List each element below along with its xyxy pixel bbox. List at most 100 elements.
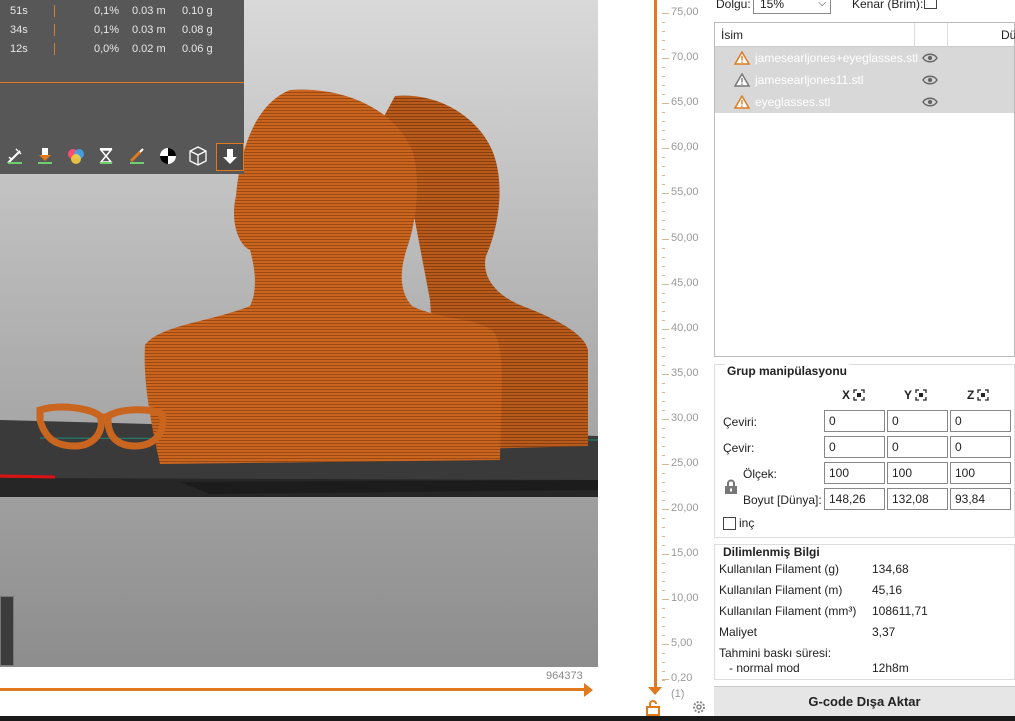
lock-icon[interactable] xyxy=(724,479,738,495)
layer-minor-tick xyxy=(662,211,665,213)
layer-tick-label: 45,00 xyxy=(671,276,699,289)
layer-minor-tick xyxy=(662,184,665,186)
layer-minor-tick xyxy=(662,445,665,447)
translate-z-field[interactable]: 0 xyxy=(950,410,1011,432)
side-tool-button[interactable] xyxy=(0,596,14,666)
scale-x-field[interactable]: 100 xyxy=(824,462,885,484)
layer-tick-label: 5,00 xyxy=(671,637,693,650)
scale-label: Ölçek: xyxy=(743,467,778,481)
layer-minor-tick xyxy=(662,229,665,231)
filament-m-label: Kullanılan Filament (m) xyxy=(719,583,843,597)
layer-minor-tick xyxy=(662,635,665,637)
rotate-x-field[interactable]: 0 xyxy=(824,436,885,458)
layer-tick-label: 60,00 xyxy=(671,141,699,154)
layer-minor-tick xyxy=(662,247,665,249)
layer-minor-tick xyxy=(662,671,665,673)
horizontal-move-slider[interactable] xyxy=(0,688,586,691)
layer-minor-tick xyxy=(662,482,665,484)
column-header-name[interactable]: İsim xyxy=(721,28,743,42)
infill-select[interactable]: 15% ⌵ xyxy=(753,0,831,14)
layer-tick-label: 40,00 xyxy=(671,321,699,334)
list-item[interactable]: jamesearljones11.stl xyxy=(715,69,1014,91)
layer-tick xyxy=(662,148,669,150)
layer-minor-tick xyxy=(662,436,665,438)
translate-x-field[interactable]: 0 xyxy=(824,410,885,432)
inch-checkbox[interactable] xyxy=(723,517,736,530)
infill-label: Dolgu: xyxy=(716,0,751,11)
cost-value: 3,37 xyxy=(872,625,896,639)
layer-minor-tick xyxy=(662,680,665,682)
layer-minor-tick xyxy=(662,337,665,339)
wireframe-cube-icon[interactable] xyxy=(185,143,211,169)
3d-viewport[interactable]: 51s 0,1% 0.03 m 0.10 g 34s 0,1% 0.03 m 0… xyxy=(0,0,598,667)
fuzzy-skin-icon[interactable] xyxy=(2,143,28,169)
layer-minor-tick xyxy=(662,572,665,574)
layer-minor-tick xyxy=(662,409,665,411)
gear-icon[interactable] xyxy=(692,700,706,714)
layer-tick xyxy=(662,644,669,646)
warning-icon xyxy=(734,51,750,65)
horizontal-slider-area xyxy=(0,667,598,721)
appearance-icon[interactable] xyxy=(155,143,181,169)
scale-y-field[interactable]: 100 xyxy=(887,462,948,484)
object-list-header: İsim Dü xyxy=(715,23,1015,47)
warning-icon xyxy=(734,95,750,109)
layer-minor-tick xyxy=(662,536,665,538)
layer-minor-tick xyxy=(662,67,665,69)
layer-tick-label: 20,00 xyxy=(671,502,699,515)
list-item[interactable]: eyeglasses.stl xyxy=(715,91,1014,113)
object-list[interactable]: İsim Dü jamesearljones+eyeglasses.stl ja… xyxy=(714,22,1015,357)
layer-tick-label: 15,00 xyxy=(671,547,699,560)
layer-minor-tick xyxy=(662,518,665,520)
chevron-down-icon: ⌵ xyxy=(818,0,826,9)
eye-icon[interactable] xyxy=(922,96,938,108)
layer-tick xyxy=(662,554,669,556)
rotate-z-field[interactable]: 0 xyxy=(950,436,1011,458)
color-paint-icon[interactable] xyxy=(63,143,89,169)
stats-separator xyxy=(0,82,244,83)
layer-minor-tick xyxy=(662,608,665,610)
rotate-y-field[interactable]: 0 xyxy=(887,436,948,458)
size-y-field[interactable]: 132,08 xyxy=(887,488,948,510)
eye-icon[interactable] xyxy=(922,74,938,86)
layer-minor-tick xyxy=(662,346,665,348)
size-x-field[interactable]: 148,26 xyxy=(824,488,885,510)
layer-minor-tick xyxy=(662,139,665,141)
layer-minor-tick xyxy=(662,500,665,502)
layer-minor-tick xyxy=(662,301,665,303)
filament-g-value: 134,68 xyxy=(872,562,909,576)
support-paint-icon[interactable] xyxy=(32,143,58,169)
unlock-icon[interactable] xyxy=(646,700,660,716)
layer-tick xyxy=(662,13,669,14)
filament-mm3-value: 108611,71 xyxy=(872,604,928,618)
layer-tick-label: 50,00 xyxy=(671,231,699,244)
layer-tick xyxy=(662,58,669,60)
layer-minor-tick xyxy=(662,94,665,96)
normal-mode-label: - normal mod xyxy=(719,661,800,675)
translate-label: Çeviri: xyxy=(723,415,758,429)
eye-icon[interactable] xyxy=(922,52,938,64)
export-gcode-button[interactable]: G-code Dışa Aktar xyxy=(714,686,1015,716)
layer-minor-tick xyxy=(662,319,665,321)
layer-tick xyxy=(662,418,669,420)
layer-minor-tick xyxy=(662,662,665,664)
layer-slider-handle[interactable] xyxy=(648,687,662,695)
translate-y-field[interactable]: 0 xyxy=(887,410,948,432)
sliced-info-title: Dilimlenmiş Bilgi xyxy=(721,545,822,559)
list-item[interactable]: jamesearljones+eyeglasses.stl xyxy=(715,47,1014,69)
column-header-extra[interactable]: Dü xyxy=(1001,28,1015,42)
object-name: jamesearljones11.stl xyxy=(755,73,864,87)
size-z-field[interactable]: 93,84 xyxy=(950,488,1011,510)
sequence-value: 964373 xyxy=(546,670,583,682)
layer-tick xyxy=(662,283,669,285)
layer-minor-tick xyxy=(662,175,665,177)
export-arrow-icon[interactable] xyxy=(216,143,244,171)
scale-z-field[interactable]: 100 xyxy=(950,462,1011,484)
size-label: Boyut [Dünya]: xyxy=(743,493,822,507)
brim-checkbox[interactable] xyxy=(924,0,937,9)
seam-paint-icon[interactable] xyxy=(124,143,150,169)
slider-handle[interactable] xyxy=(584,683,593,697)
layer-slider-track[interactable] xyxy=(654,0,657,690)
layer-minor-tick xyxy=(662,256,665,258)
hourglass-icon[interactable] xyxy=(93,143,119,169)
